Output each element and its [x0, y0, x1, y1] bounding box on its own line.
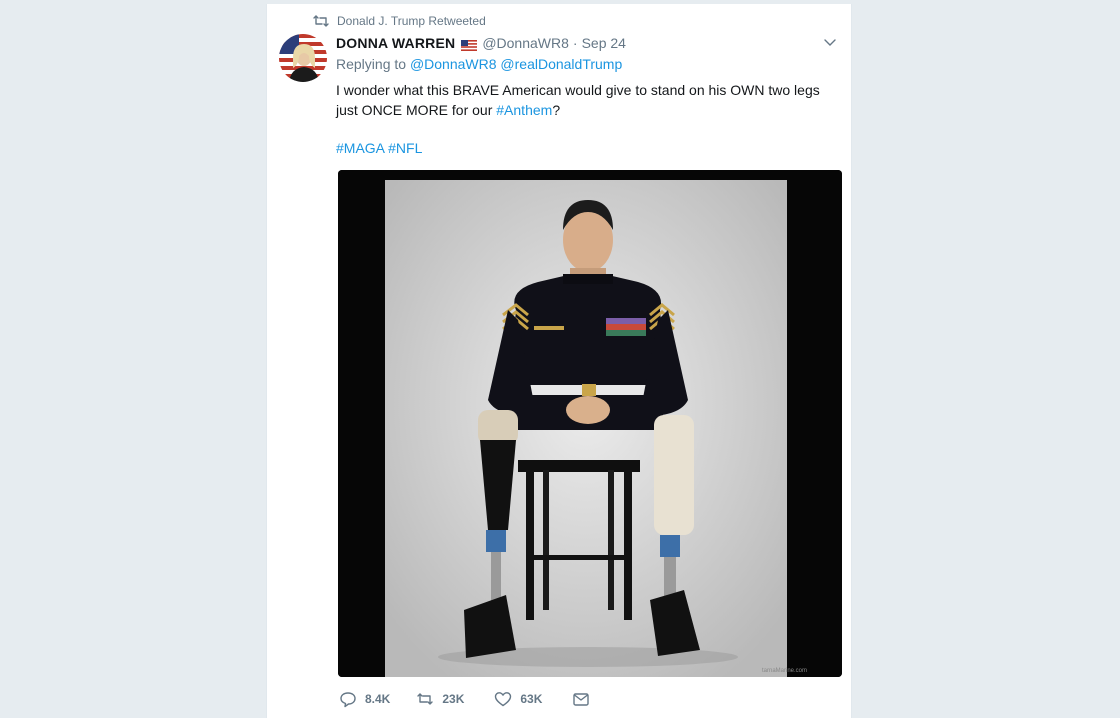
heart-icon[interactable] — [494, 690, 512, 708]
reply-icon[interactable] — [339, 690, 357, 708]
tweet-text-end: ? — [552, 102, 561, 118]
envelope-icon[interactable] — [572, 690, 590, 708]
tweet-text: I wonder what this BRAVE American would … — [336, 80, 836, 120]
reply-count: 8.4K — [365, 692, 391, 706]
retweet-icon — [313, 15, 329, 27]
retweet-context: Donald J. Trump Retweeted — [313, 13, 486, 29]
replying-prefix: Replying to — [336, 56, 407, 72]
separator-dot: · — [572, 35, 578, 51]
retweet-count: 23K — [442, 692, 465, 706]
reply-mention-2[interactable]: @realDonaldTrump — [500, 56, 622, 72]
image-watermark: tarnaMarine.com — [762, 668, 807, 674]
retweet-button[interactable]: 23K — [416, 690, 464, 708]
tweet-image[interactable]: tarnaMarine.com — [338, 170, 842, 677]
tweet-actions: 8.4K 23K 63K — [339, 688, 590, 710]
chevron-down-icon[interactable] — [823, 35, 837, 49]
tweet-text-body: I wonder what this BRAVE American would … — [336, 82, 820, 118]
tweet-card[interactable]: Donald J. Trump Retweeted DONNA WARREN @… — [266, 4, 852, 718]
replying-to: Replying to @DonnaWR8 @realDonaldTrump — [336, 56, 622, 72]
tweet-header: DONNA WARREN @DonnaWR8 · Sep 24 — [336, 33, 837, 53]
tweet-date[interactable]: Sep 24 — [582, 35, 626, 51]
like-count: 63K — [520, 692, 543, 706]
hashtag-anthem[interactable]: #Anthem — [496, 102, 552, 118]
direct-message-button[interactable] — [572, 690, 590, 708]
hashtag-maga[interactable]: #MAGA — [336, 140, 384, 156]
avatar[interactable] — [279, 34, 327, 82]
author-handle[interactable]: @DonnaWR8 — [482, 35, 569, 51]
us-flag-icon — [461, 38, 478, 51]
author-name[interactable]: DONNA WARREN — [336, 35, 455, 51]
like-button[interactable]: 63K — [494, 690, 542, 708]
hashtag-line: #MAGA #NFL — [336, 140, 422, 156]
retweeted-by-text[interactable]: Donald J. Trump Retweeted — [337, 14, 486, 28]
reply-mention-1[interactable]: @DonnaWR8 — [410, 56, 497, 72]
retweet-action-icon[interactable] — [416, 690, 434, 708]
hashtag-nfl[interactable]: #NFL — [388, 140, 422, 156]
reply-button[interactable]: 8.4K — [339, 690, 390, 708]
